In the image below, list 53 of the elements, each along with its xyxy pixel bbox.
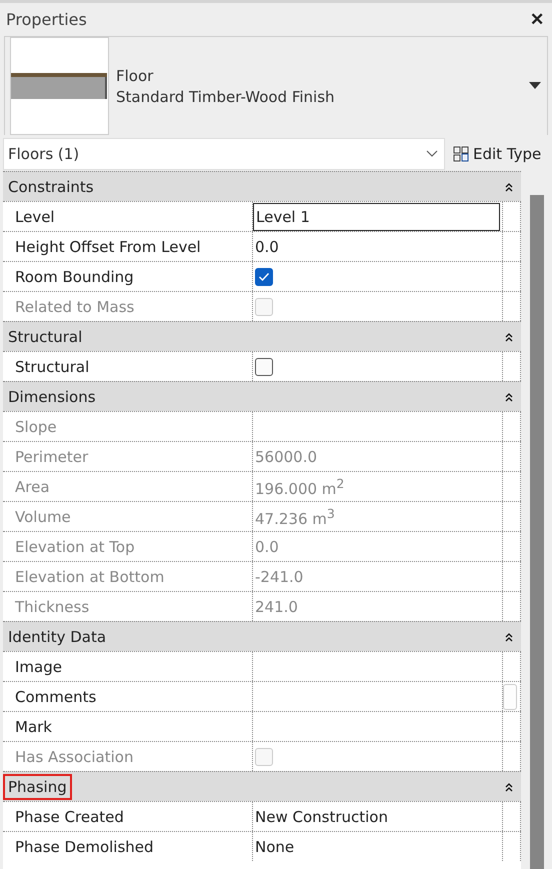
property-label: Phase Created [15,808,124,826]
property-label: Slope [15,418,57,436]
section-header[interactable]: Identity Data [3,621,521,651]
property-label: Level [15,208,55,226]
property-label: Phase Demolished [15,838,154,856]
collapse-icon [505,332,513,342]
collapse-icon [505,632,513,642]
property-label: Perimeter [15,448,88,466]
section-header[interactable]: Dimensions [3,381,521,411]
close-button[interactable]: ✕ [528,9,546,30]
checkbox[interactable] [255,358,273,376]
collapse-icon [505,782,513,792]
property-label: Has Association [15,748,134,766]
property-value: None [255,838,294,856]
property-label: Room Bounding [15,268,134,286]
property-label: Volume [15,508,71,526]
value-input[interactable]: Level 1 [253,202,500,230]
section-header[interactable]: Constraints [3,171,521,201]
property-value: 241.0 [255,598,298,616]
instance-filter-dropdown[interactable]: Floors (1) [3,138,445,170]
scrollbar-thumb[interactable] [530,195,544,869]
property-value: 56000.0 [255,448,318,466]
property-label: Comments [15,688,96,706]
property-label: Mark [15,718,52,736]
browse-button[interactable] [503,684,517,710]
checkbox[interactable] [255,268,273,286]
edit-type-button[interactable]: Edit Type [445,145,542,163]
property-value: 196.000 m$^{2}$ [255,476,344,498]
checkmark-icon [258,272,270,282]
property-label: Elevation at Top [15,538,135,556]
property-label: Area [15,478,50,496]
property-value: New Construction [255,808,388,826]
property-value: 47.236 m$^{3}$ [255,506,335,528]
property-label: Thickness [15,598,90,616]
dropdown-caret-icon[interactable] [529,82,541,90]
property-label: Related to Mass [15,298,134,316]
type-name: Standard Timber-Wood Finish [116,88,336,106]
section-header[interactable]: Structural [3,321,521,351]
floor-slab-icon [11,73,107,99]
chevron-down-icon [426,150,438,158]
collapse-icon [505,182,513,192]
collapse-icon [505,392,513,402]
panel-title: Properties [6,10,87,29]
property-label: Elevation at Bottom [15,568,164,586]
property-value: 0.0 [255,238,279,256]
property-value: 0.0 [255,538,279,556]
type-category: Floor [116,66,154,84]
section-header[interactable]: Phasing [3,771,521,801]
property-value: -241.0 [255,568,304,586]
property-label: Image [15,658,62,676]
property-label: Height Offset From Level [15,238,201,256]
edit-type-icon [453,146,469,162]
property-label: Structural [15,358,90,376]
